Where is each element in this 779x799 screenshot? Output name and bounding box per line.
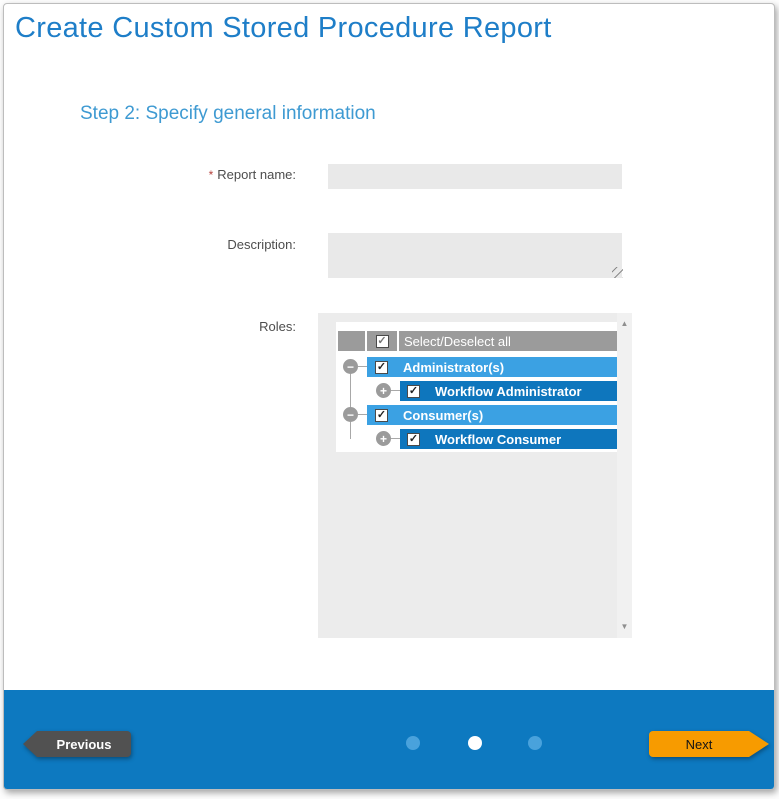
expand-icon[interactable]: + [376,383,391,398]
check-icon: ✓ [377,410,386,421]
step-heading: Step 2: Specify general information [80,103,376,125]
tree-connector-line [358,414,367,415]
description-label: Description: [4,237,296,252]
workflow-administrator-checkbox[interactable]: ✓ [407,385,420,398]
step-dot-3 [528,736,542,750]
step-dot-1 [406,736,420,750]
next-button[interactable]: Next [649,731,749,757]
check-icon: ✓ [409,386,418,397]
collapse-icon[interactable]: − [343,359,358,374]
check-icon: ✓ [377,362,386,373]
scroll-down-icon[interactable]: ▼ [617,620,632,634]
step-dot-2-active [468,736,482,750]
page-title: Create Custom Stored Procedure Report [15,12,552,45]
consumers-checkbox[interactable]: ✓ [375,409,388,422]
report-name-input[interactable] [328,164,622,189]
previous-button-label: Previous [57,737,112,752]
workflow-consumer-checkbox[interactable]: ✓ [407,433,420,446]
roles-label-text: Roles: [259,319,296,334]
tree-connector-line [391,438,400,439]
roles-label: Roles: [4,319,296,334]
roles-panel: ✓ Select/Deselect all − ✓ Administrator(… [318,313,632,638]
required-marker: * [209,168,214,182]
scroll-up-icon[interactable]: ▲ [617,317,632,331]
tree-connector-line [350,422,351,439]
check-icon: ✓ [409,434,418,445]
tree-row-workflow-administrator[interactable]: ✓ Workflow Administrator [400,381,617,401]
textarea-resize-grip-icon[interactable] [612,267,623,278]
tree-header-stub [338,331,365,351]
expand-glyph: + [380,385,387,397]
collapse-icon[interactable]: − [343,407,358,422]
select-all-checkbox[interactable]: ✓ [376,335,389,348]
wizard-footer: Previous Next [4,690,774,789]
description-input[interactable] [328,233,622,278]
select-all-label: Select/Deselect all [404,334,511,349]
tree-header-checkbox-cell: ✓ [367,331,397,351]
tree-row-label: Workflow Consumer [435,432,561,447]
expand-icon[interactable]: + [376,431,391,446]
collapse-glyph: − [347,409,354,421]
next-button-label: Next [686,737,713,752]
tree-connector-line [358,366,367,367]
previous-button[interactable]: Previous [37,731,131,757]
tree-row-administrators[interactable]: ✓ Administrator(s) [367,357,617,377]
tree-header-row[interactable]: Select/Deselect all [399,331,617,351]
tree-row-label: Workflow Administrator [435,384,582,399]
tree-connector-line [391,390,400,391]
expand-glyph: + [380,433,387,445]
tree-row-label: Consumer(s) [403,408,483,423]
tree-row-consumers[interactable]: ✓ Consumer(s) [367,405,617,425]
wizard-dialog: Create Custom Stored Procedure Report St… [3,3,775,790]
tree-row-workflow-consumer[interactable]: ✓ Workflow Consumer [400,429,617,449]
tree-row-label: Administrator(s) [403,360,504,375]
tree-connector-line [350,374,351,407]
roles-scrollbar[interactable]: ▲ ▼ [617,313,632,638]
check-icon: ✓ [377,336,386,347]
roles-tree: ✓ Select/Deselect all − ✓ Administrator(… [336,322,617,452]
description-label-text: Description: [227,237,296,252]
administrators-checkbox[interactable]: ✓ [375,361,388,374]
collapse-glyph: − [347,361,354,373]
report-name-label: *Report name: [4,167,296,182]
report-name-label-text: Report name: [217,167,296,182]
